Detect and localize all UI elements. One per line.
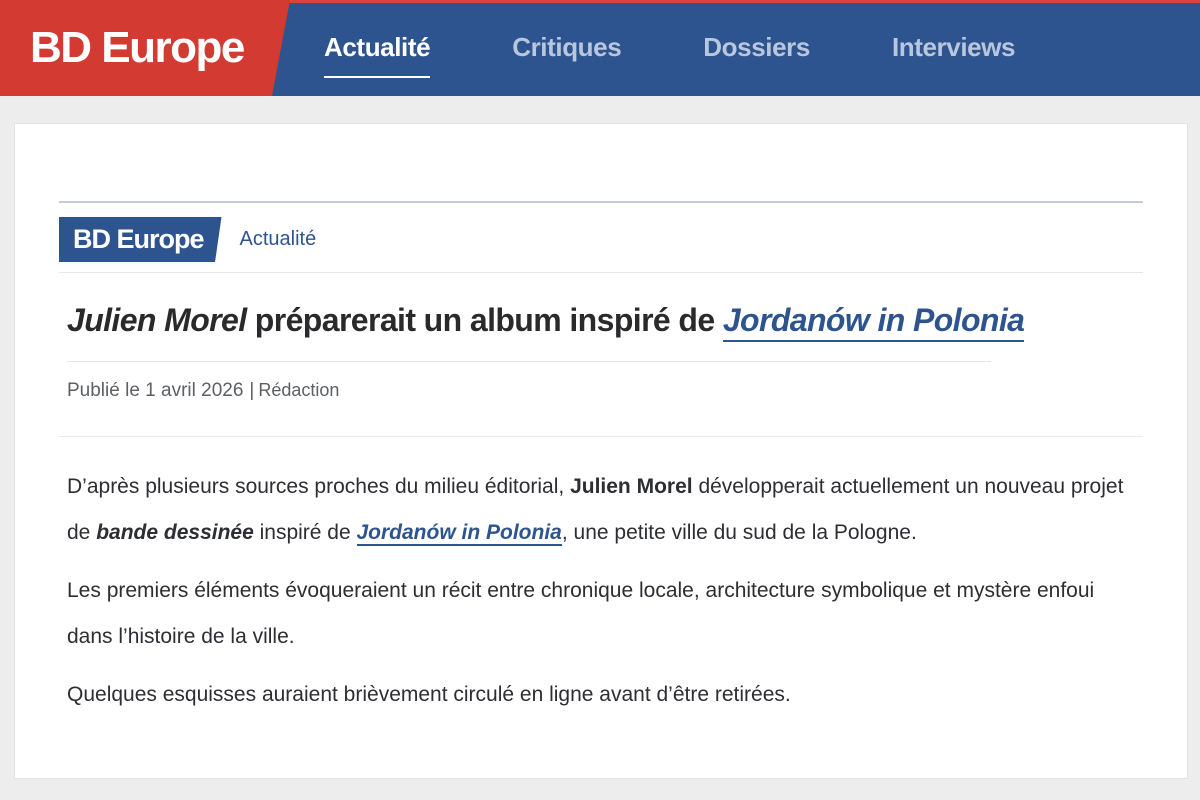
text-run: D’après plusieurs sources proches du mil… (67, 475, 571, 498)
paragraph: Quelques esquisses auraient brièvement c… (67, 683, 791, 706)
meta-separator: | (249, 380, 255, 401)
emphasis-bande-dessinee: bande dessinée (96, 521, 254, 544)
main-nav: Actualité Critiques Dossiers Interviews (300, 0, 1073, 96)
breadcrumb-site-badge[interactable]: BD Europe (59, 217, 222, 262)
publish-date: Publié le 1 avril 2026 (67, 380, 244, 401)
site-logo[interactable]: BD Europe (0, 0, 290, 96)
headline-author-name: Julien Morel (67, 302, 247, 338)
top-navigation-bar: BD Europe Actualité Critiques Dossiers I… (0, 0, 1200, 96)
nav-item-interviews[interactable]: Interviews (892, 32, 1016, 65)
text-run: , une petite ville du sud de la Pologne. (561, 521, 917, 544)
article-body: D’après plusieurs sources proches du mil… (67, 464, 1137, 730)
bold-author-name: Julien Morel (570, 475, 693, 498)
text-run: inspiré de (253, 521, 357, 544)
body-link-jordanow[interactable]: Jordanów in Polonia (356, 521, 562, 546)
headline-text: préparerait un album inspiré de (246, 302, 723, 338)
paragraph: Les premiers éléments évoqueraient un ré… (67, 579, 1095, 648)
nav-item-critiques[interactable]: Critiques (512, 32, 621, 65)
nav-item-actualite[interactable]: Actualité (324, 32, 431, 78)
paragraph: D’après plusieurs sources proches du mil… (67, 464, 1137, 556)
nav-item-dossiers[interactable]: Dossiers (703, 32, 810, 65)
article-meta: Publié le 1 avril 2026 | Rédaction (67, 380, 339, 402)
breadcrumb-section-link[interactable]: Actualité (240, 228, 317, 251)
breadcrumb: BD Europe Actualité (59, 217, 316, 262)
divider (59, 201, 1143, 203)
divider (67, 361, 991, 362)
article-card: BD Europe Actualité Julien Morel prépare… (14, 123, 1188, 779)
divider (59, 436, 1143, 437)
headline-link[interactable]: Jordanów in Polonia (722, 302, 1025, 342)
divider (59, 272, 1143, 273)
article-headline: Julien Morel préparerait un album inspir… (67, 302, 1147, 342)
author-name: Rédaction (258, 380, 340, 400)
